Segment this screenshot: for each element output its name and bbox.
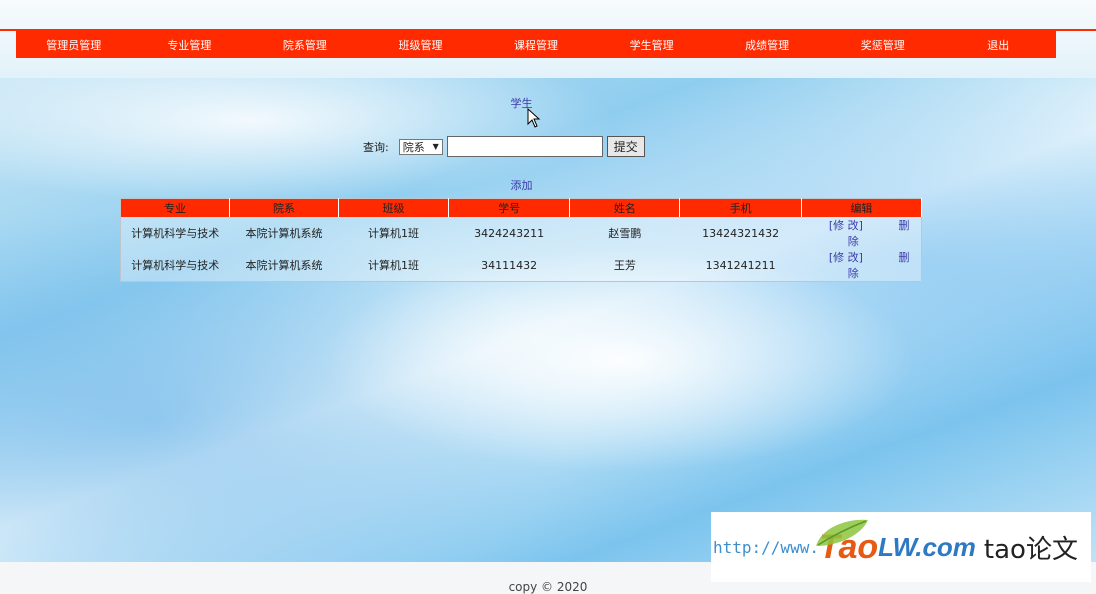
cell-class: 计算机1班 xyxy=(367,227,419,240)
table-row: 计算机科学与技术 本院计算机系统 计算机1班 3424243211 赵雪鹏 13… xyxy=(121,217,922,249)
mouse-cursor-icon xyxy=(527,108,541,128)
table-row: 计算机科学与技术 本院计算机系统 计算机1班 34111432 王芳 13412… xyxy=(121,249,922,282)
cell-student-id: 34111432 xyxy=(481,258,538,272)
cell-student-id: 3424243211 xyxy=(474,226,545,240)
select-value: 院系 xyxy=(402,140,425,154)
cell-major: 计算机科学与技术 xyxy=(131,227,220,240)
cell-edit: [修 改] 删除 xyxy=(801,217,921,249)
cell-name: 王芳 xyxy=(613,259,636,272)
watermark-url: http://www. xyxy=(713,537,819,557)
cell-edit: [修 改] 删除 xyxy=(801,249,921,282)
cell-class: 计算机1班 xyxy=(367,259,419,272)
watermark-logo: http://www. Tao LW.com tao论文 xyxy=(711,512,1091,582)
table-header-row: 专业 院系 班级 学号 姓名 手机 编辑 xyxy=(120,198,923,217)
col-major: 专业 xyxy=(120,198,230,217)
nav-rewards[interactable]: 奖惩管理 xyxy=(825,37,941,53)
cell-department: 本院计算机系统 xyxy=(245,227,323,240)
nav-admin[interactable]: 管理员管理 xyxy=(16,37,132,53)
col-department: 院系 xyxy=(229,198,339,217)
watermark-brand-cn: tao论文 xyxy=(983,534,1078,565)
footer-copyright: copy © 2020 xyxy=(508,580,588,594)
nav-grades[interactable]: 成绩管理 xyxy=(709,37,825,53)
main-nav: 管理员管理 专业管理 院系管理 班级管理 课程管理 学生管理 成绩管理 奖惩管理… xyxy=(16,31,1056,58)
cell-major: 计算机科学与技术 xyxy=(131,259,220,272)
watermark-brand-lw: LW.com xyxy=(878,531,976,562)
cell-department: 本院计算机系统 xyxy=(245,259,323,272)
nav-class[interactable]: 班级管理 xyxy=(363,37,479,53)
cell-phone: 1341241211 xyxy=(705,258,776,272)
col-student-id: 学号 xyxy=(448,198,571,217)
page-title[interactable]: 学生 xyxy=(0,95,1043,111)
student-table: 专业 院系 班级 学号 姓名 手机 编辑 计算机科学与技术 本院计算机系统 计算… xyxy=(120,198,923,282)
add-link[interactable]: 添加 xyxy=(0,177,1043,193)
nav-course[interactable]: 课程管理 xyxy=(478,37,594,53)
edit-link[interactable]: [修 改] xyxy=(829,251,863,264)
col-class: 班级 xyxy=(338,198,449,217)
leaf-icon xyxy=(816,519,868,546)
search-bar: 查询: 院系 ▼ 提交 xyxy=(363,136,645,157)
cell-phone: 13424321432 xyxy=(702,226,780,240)
col-name: 姓名 xyxy=(569,198,681,217)
edit-link[interactable]: [修 改] xyxy=(829,219,863,232)
cell-name: 赵雪鹏 xyxy=(608,227,642,240)
search-input[interactable] xyxy=(446,136,603,157)
submit-button[interactable]: 提交 xyxy=(606,136,645,157)
search-label: 查询: xyxy=(363,140,389,154)
nav-department[interactable]: 院系管理 xyxy=(247,37,363,53)
col-edit: 编辑 xyxy=(801,198,923,217)
dropdown-arrow-icon: ▼ xyxy=(432,142,439,151)
col-phone: 手机 xyxy=(679,198,802,217)
nav-logout[interactable]: 退出 xyxy=(941,37,1057,53)
search-field-select[interactable]: 院系 ▼ xyxy=(398,138,443,155)
nav-student[interactable]: 学生管理 xyxy=(594,37,710,53)
nav-major[interactable]: 专业管理 xyxy=(132,37,248,53)
